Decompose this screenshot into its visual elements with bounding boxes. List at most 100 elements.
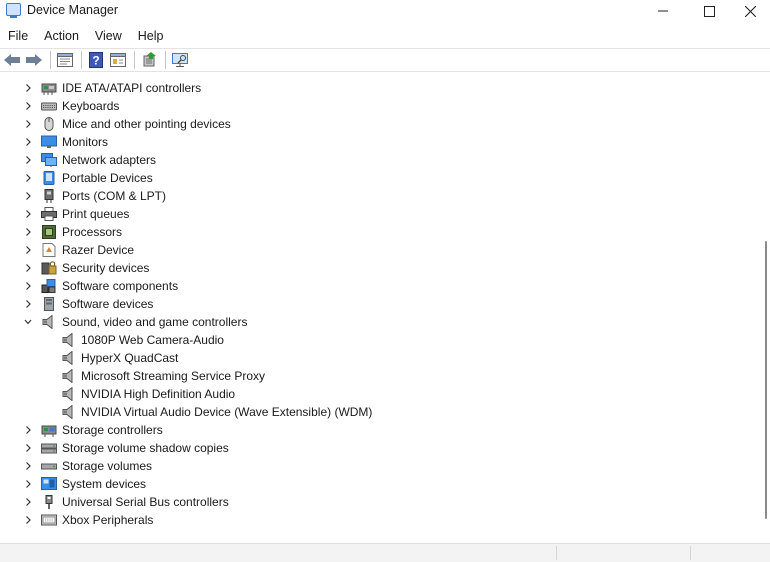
chevron-right-icon[interactable] (23, 497, 33, 507)
help-icon: ? (89, 52, 103, 68)
tree-category[interactable]: Keyboards (0, 97, 762, 115)
speaker-icon (61, 368, 77, 384)
chevron-right-icon[interactable] (23, 119, 33, 129)
scrollbar-thumb[interactable] (765, 241, 767, 519)
chevron-right-icon[interactable] (23, 83, 33, 93)
chevron-right-icon[interactable] (23, 245, 33, 255)
chevron-right-icon[interactable] (23, 461, 33, 471)
help-button[interactable]: ? (86, 50, 106, 70)
speaker-icon (61, 386, 77, 402)
tree-category[interactable]: Monitors (0, 133, 762, 151)
vertical-scrollbar[interactable] (762, 79, 770, 541)
tree-category[interactable]: Print queues (0, 205, 762, 223)
back-button[interactable] (2, 50, 22, 70)
tree-item-label: Portable Devices (62, 171, 153, 185)
tree-category[interactable]: System devices (0, 475, 762, 493)
keyboard-icon (41, 99, 57, 113)
menu-help[interactable]: Help (130, 25, 172, 45)
tree-category[interactable]: Sound, video and game controllers (0, 313, 762, 331)
toolbar-separator (134, 51, 135, 69)
forward-button[interactable] (24, 50, 44, 70)
xbox-peripheral-icon (41, 513, 57, 527)
view-icon (110, 53, 126, 67)
menu-action[interactable]: Action (36, 25, 87, 45)
toolbar: ? (0, 48, 770, 72)
update-driver-button[interactable] (139, 50, 159, 70)
printer-icon (41, 207, 57, 221)
monitor-icon (41, 135, 57, 149)
maximize-button[interactable] (686, 0, 732, 22)
speaker-icon (61, 350, 77, 366)
title-bar: Device Manager (0, 0, 770, 22)
tree-item-label: Mice and other pointing devices (62, 117, 231, 131)
tree-item-label: Print queues (62, 207, 130, 221)
chevron-right-icon[interactable] (23, 101, 33, 111)
tree-category[interactable]: Mice and other pointing devices (0, 115, 762, 133)
tree-category[interactable]: Processors (0, 223, 762, 241)
menu-file[interactable]: File (0, 25, 36, 45)
chevron-right-icon[interactable] (23, 425, 33, 435)
tree-device[interactable]: NVIDIA Virtual Audio Device (Wave Extens… (0, 403, 762, 421)
device-tree: IDE ATA/ATAPI controllers Keyboards Mice a… (0, 79, 762, 529)
menu-view[interactable]: View (87, 25, 130, 45)
tree-device[interactable]: NVIDIA High Definition Audio (0, 385, 762, 403)
properties-button[interactable] (55, 50, 75, 70)
storage-volume-icon (41, 459, 57, 473)
system-device-icon (41, 477, 57, 491)
tree-category[interactable]: Software devices (0, 295, 762, 313)
razer-device-icon (41, 243, 57, 257)
minimize-button[interactable] (640, 0, 686, 22)
tree-item-label: Network adapters (62, 153, 157, 167)
chevron-right-icon[interactable] (23, 281, 33, 291)
tree-category[interactable]: IDE ATA/ATAPI controllers (0, 79, 762, 97)
menu-bar: File Action View Help (0, 25, 172, 45)
chevron-right-icon[interactable] (23, 263, 33, 273)
speaker-icon (41, 314, 57, 330)
tree-item-label: Security devices (62, 261, 150, 275)
portable-device-icon (41, 171, 57, 185)
chevron-right-icon[interactable] (23, 299, 33, 309)
tree-category[interactable]: Razer Device (0, 241, 762, 259)
chevron-right-icon[interactable] (23, 209, 33, 219)
chevron-right-icon[interactable] (23, 173, 33, 183)
update-driver-icon (141, 52, 157, 68)
chevron-right-icon[interactable] (23, 479, 33, 489)
tree-category[interactable]: Ports (COM & LPT) (0, 187, 762, 205)
tree-category[interactable]: Security devices (0, 259, 762, 277)
tree-item-label: Keyboards (62, 99, 120, 113)
processor-icon (41, 225, 57, 239)
tree-category[interactable]: Software components (0, 277, 762, 295)
chevron-right-icon[interactable] (23, 227, 33, 237)
back-icon (3, 53, 21, 67)
tree-category[interactable]: Storage controllers (0, 421, 762, 439)
device-manager-icon (6, 3, 21, 18)
tree-item-label: 1080P Web Camera-Audio (81, 333, 224, 347)
chevron-right-icon[interactable] (23, 443, 33, 453)
status-divider (556, 546, 557, 560)
tree-category[interactable]: Portable Devices (0, 169, 762, 187)
tree-device[interactable]: Microsoft Streaming Service Proxy (0, 367, 762, 385)
tree-device[interactable]: 1080P Web Camera-Audio (0, 331, 762, 349)
tree-device[interactable]: HyperX QuadCast (0, 349, 762, 367)
chevron-right-icon[interactable] (23, 191, 33, 201)
svg-text:?: ? (92, 54, 99, 68)
minimize-icon (658, 10, 668, 12)
window-title: Device Manager (27, 3, 119, 17)
tree-category[interactable]: Storage volumes (0, 457, 762, 475)
view-button[interactable] (108, 50, 128, 70)
tree-category[interactable]: Xbox Peripherals (0, 511, 762, 529)
chevron-right-icon[interactable] (23, 515, 33, 525)
tree-category[interactable]: Universal Serial Bus controllers (0, 493, 762, 511)
close-button[interactable] (730, 0, 770, 22)
chevron-right-icon[interactable] (23, 155, 33, 165)
tree-category[interactable]: Storage volume shadow copies (0, 439, 762, 457)
chevron-down-icon[interactable] (23, 317, 33, 327)
mouse-icon (41, 117, 57, 131)
tree-category[interactable]: Network adapters (0, 151, 762, 169)
storage-controller-icon (41, 423, 57, 437)
usb-icon (41, 495, 57, 509)
chevron-right-icon[interactable] (23, 137, 33, 147)
scan-hardware-button[interactable] (170, 50, 190, 70)
toolbar-separator (165, 51, 166, 69)
tree-item-label: Ports (COM & LPT) (62, 189, 167, 203)
